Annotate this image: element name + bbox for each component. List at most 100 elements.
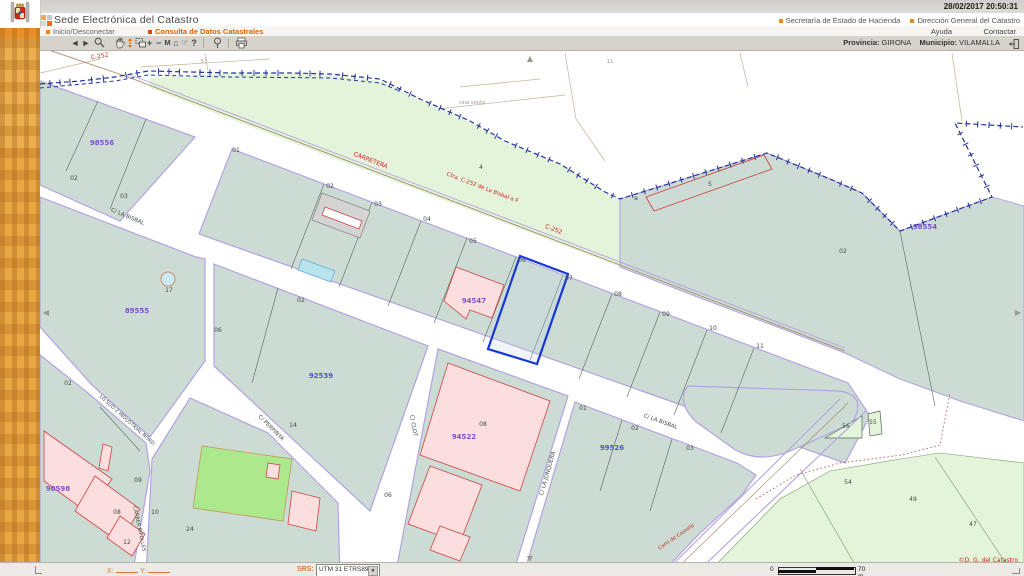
map-label: C/ LA BISBAL	[643, 413, 679, 431]
info-pointer-button[interactable]: ☞	[180, 37, 190, 49]
map-label: 02	[64, 380, 72, 387]
map-label: 02	[297, 297, 305, 304]
map-label: 98556	[90, 139, 114, 147]
map-label: 11	[607, 59, 614, 65]
tab-consulta-datos[interactable]: Consulta de Datos Catastrales	[148, 27, 263, 36]
map-label: ◀	[43, 308, 50, 317]
toolbar-separator	[203, 38, 204, 48]
map-corner-mark	[1012, 568, 1020, 574]
catastro-app-window: 28/02/2017 20:50:31 Sede Electrónica del…	[0, 0, 1024, 576]
map-label: 94547	[462, 297, 486, 305]
map-label: 01	[232, 147, 240, 154]
srs-dropdown[interactable]: UTM 31 ETRS89▼	[316, 564, 380, 576]
catastro-squares-icon	[41, 15, 52, 26]
link-secretaria[interactable]: Secretaría de Estado de Hacienda	[786, 16, 901, 25]
datetime-display: 28/02/2017 20:50:31	[944, 2, 1018, 11]
zoom-out-button[interactable]: −	[154, 37, 163, 49]
map-label: 90598	[46, 485, 70, 493]
province-municipality-bar: Provincia: GIRONA Municipio: VILAMALLA	[843, 38, 1000, 47]
map-label: 03	[374, 201, 382, 208]
zoom-tool-icon[interactable]	[93, 37, 105, 49]
orange-center-icon[interactable]	[127, 37, 133, 49]
map-label: 01	[579, 405, 587, 412]
map-label: 94522	[452, 433, 476, 441]
help-tool-button[interactable]: ?	[190, 37, 198, 49]
map-label: 06	[518, 257, 526, 264]
page-title: Sede Electrónica del Catastro	[54, 14, 199, 26]
map-label: 10	[151, 509, 159, 516]
map-label: C/ CLOT	[408, 415, 418, 438]
map-label: 17	[165, 287, 173, 294]
x-coordinate-readout: X:	[107, 566, 138, 575]
map-label: 07	[565, 275, 573, 282]
map-label: a	[634, 195, 638, 202]
locate-pin-icon[interactable]	[211, 37, 223, 49]
top-bar: 28/02/2017 20:50:31	[0, 0, 1024, 13]
back-button[interactable]: ◄	[70, 37, 80, 49]
map-label: 02	[326, 183, 334, 190]
municipio-label: Municipio:	[920, 38, 958, 47]
map-label: 09	[134, 477, 142, 484]
bullet-icon	[779, 19, 783, 23]
link-dgc[interactable]: Dirección General del Catastro	[917, 16, 1020, 25]
map-corner-mark	[35, 566, 42, 574]
map-label: 49	[909, 496, 917, 503]
map-label: 56	[842, 423, 850, 430]
map-label: C-252	[90, 51, 109, 61]
map-label: 02	[631, 425, 639, 432]
y-coordinate-readout: Y:	[140, 566, 170, 575]
map-label: 54	[844, 479, 852, 486]
map-label: 08	[614, 291, 622, 298]
map-label: 55	[869, 419, 877, 426]
map-label: 09	[662, 311, 670, 318]
map-label: 03	[120, 193, 128, 200]
chevron-down-icon[interactable]: ▼	[368, 566, 378, 576]
map-label: 08	[479, 421, 487, 428]
map-label: 02	[70, 175, 78, 182]
srs-label: SRS:	[297, 566, 314, 573]
cadastral-map[interactable]: 98556 89555 94547 94522 90598 98554 92539 99526…	[40, 51, 1024, 563]
contact-link[interactable]: Contactar	[983, 27, 1016, 36]
map-toolbar: ◄ ► + − M ⌂ ☞ ? Provincia: GIRONA Munici	[40, 36, 1024, 51]
map-label: 08	[113, 509, 121, 516]
map-label: ▶	[1015, 308, 1022, 317]
print-button[interactable]	[234, 37, 248, 49]
help-link[interactable]: Ayuda	[931, 27, 952, 36]
map-label: 98554	[913, 223, 937, 231]
status-bar: X: Y: SRS: UTM 31 ETRS89▼ 0 70 m.	[0, 562, 1024, 576]
map-label: 89555	[125, 307, 149, 315]
map-label: 06	[214, 327, 222, 334]
building-footprint	[266, 463, 280, 479]
map-label: 4	[479, 164, 483, 171]
map-label: 47	[969, 521, 977, 528]
map-label: 04	[423, 216, 431, 223]
map-label: 12	[123, 539, 131, 546]
map-label: 11	[756, 343, 764, 350]
map-label: ▲	[527, 54, 534, 63]
spain-coat-of-arms-logo	[0, 0, 41, 28]
title-bar: Sede Electrónica del Catastro Secretaría…	[40, 13, 1024, 26]
tab-inicio-desconectar[interactable]: Inicio/Desconectar	[46, 27, 115, 36]
bullet-icon	[46, 30, 50, 34]
provincia-label: Provincia:	[843, 38, 879, 47]
map-label: 06	[384, 492, 392, 499]
map-label: 02	[839, 248, 847, 255]
map-label: 92539	[309, 372, 333, 380]
municipio-value: VILAMALLA	[959, 38, 1000, 47]
pan-hand-icon[interactable]	[114, 37, 126, 49]
zoom-in-button[interactable]: +	[145, 37, 154, 49]
parcel-block	[40, 81, 195, 221]
map-label: 10	[709, 325, 717, 332]
map-label: 5	[708, 181, 712, 188]
bullet-icon	[148, 30, 152, 34]
left-decorative-cityscape	[0, 28, 40, 576]
forward-button[interactable]: ►	[81, 37, 91, 49]
toolbar-separator	[228, 38, 229, 48]
building-footprint	[288, 491, 320, 531]
map-label: 99526	[600, 444, 624, 452]
cadastral-map-viewport[interactable]: 98556 89555 94547 94522 90598 98554 92539 99526…	[40, 50, 1024, 563]
bullet-icon	[910, 19, 914, 23]
map-label: 57	[201, 59, 208, 65]
map-label: 03	[686, 445, 694, 452]
map-label: sina venta	[459, 100, 485, 106]
